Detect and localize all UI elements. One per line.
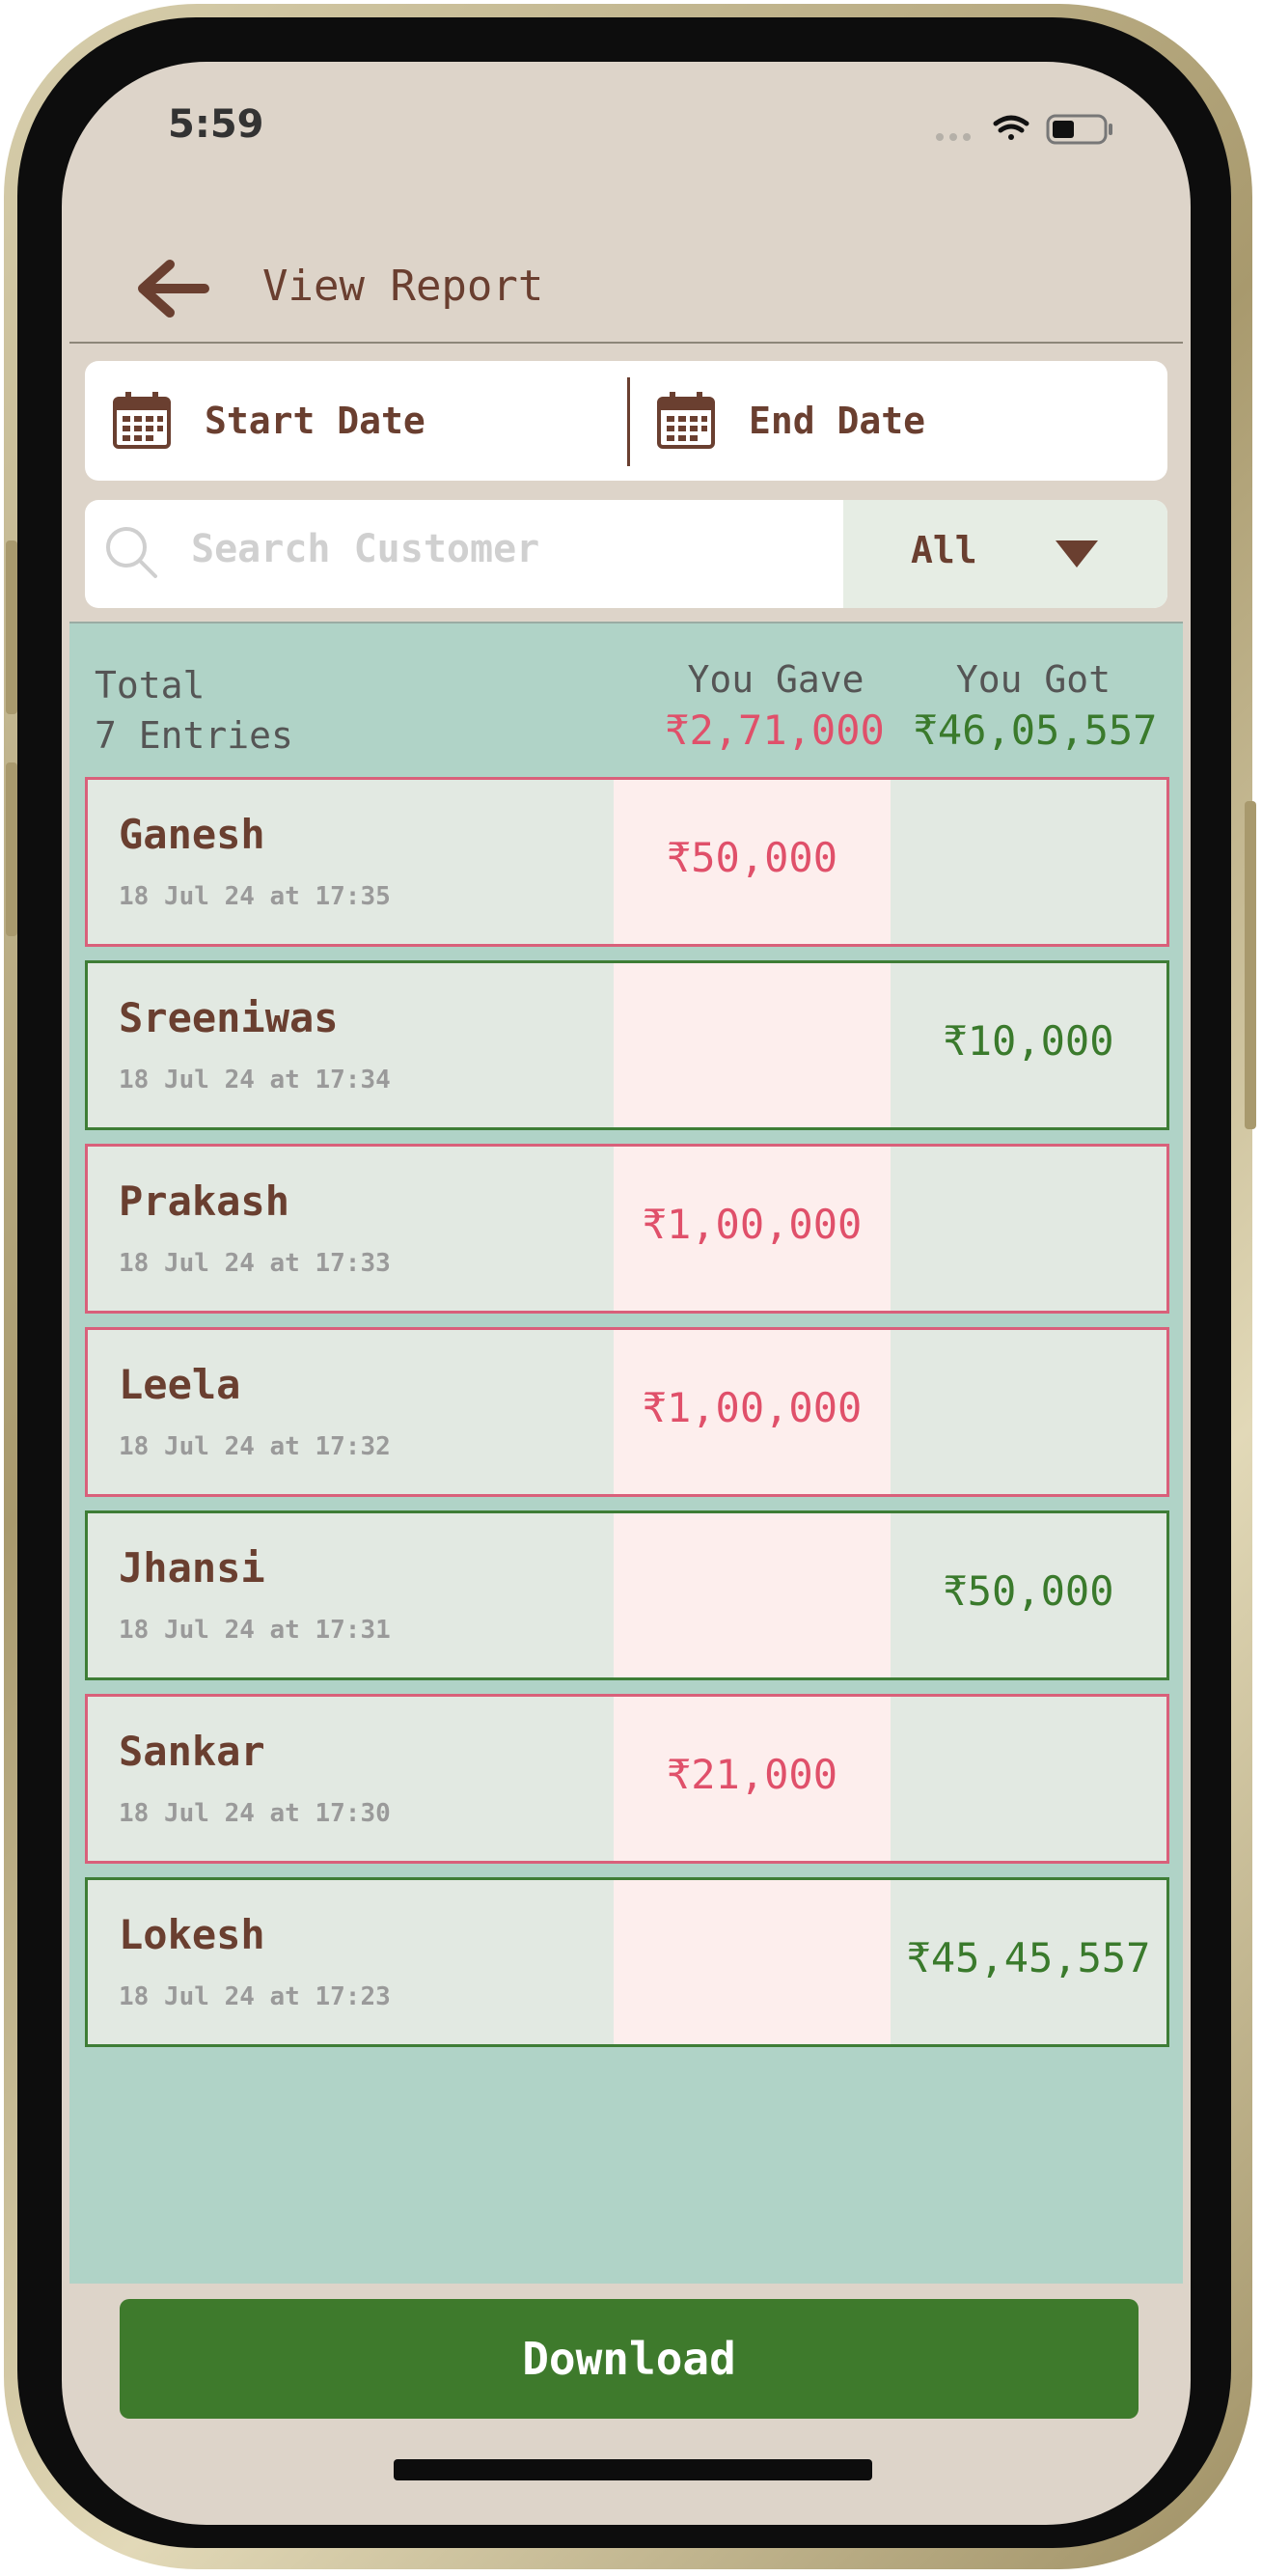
got-amount: ₹50,000 [943, 1567, 1114, 1615]
gave-cell [614, 1513, 891, 1677]
list-item[interactable]: Leela 18 Jul 24 at 17:32 ₹1,00,000 [85, 1327, 1169, 1497]
wifi-icon [993, 115, 1029, 140]
end-date-label: End Date [749, 400, 926, 442]
calendar-icon [657, 392, 715, 449]
power-button [1245, 801, 1256, 1129]
status-icons [936, 114, 1112, 145]
customer-name: Leela [119, 1361, 241, 1408]
list-item[interactable]: Prakash 18 Jul 24 at 17:33 ₹1,00,000 [85, 1144, 1169, 1314]
gave-cell [614, 963, 891, 1127]
customer-name: Sankar [119, 1728, 265, 1775]
entry-time: 18 Jul 24 at 17:34 [119, 1066, 391, 1094]
entry-time: 18 Jul 24 at 17:35 [119, 882, 391, 911]
start-date-label: Start Date [205, 400, 425, 442]
download-button[interactable]: Download [120, 2299, 1139, 2419]
search-icon [106, 527, 157, 578]
gave-amount: ₹50,000 [666, 834, 837, 881]
gave-total: ₹2,71,000 [665, 706, 885, 754]
entry-time: 18 Jul 24 at 17:32 [119, 1432, 391, 1461]
entry-time: 18 Jul 24 at 17:31 [119, 1616, 391, 1645]
filter-value: All [911, 529, 977, 571]
customer-name: Jhansi [119, 1544, 265, 1592]
customer-name: Ganesh [119, 811, 265, 858]
entry-time: 18 Jul 24 at 17:23 [119, 1982, 391, 2011]
gave-cell [614, 1880, 891, 2044]
list-item[interactable]: Sreeniwas 18 Jul 24 at 17:34 ₹10,000 [85, 960, 1169, 1130]
list-item[interactable]: Lokesh 18 Jul 24 at 17:23 ₹45,45,557 [85, 1877, 1169, 2047]
list-item[interactable]: Jhansi 18 Jul 24 at 17:31 ₹50,000 [85, 1510, 1169, 1680]
app-screen: 5:59 View Report Start Date End Date Sea… [62, 62, 1191, 2525]
total-summary: Total 7 Entries [95, 660, 293, 761]
entries-count: 7 Entries [95, 714, 293, 757]
entry-time: 18 Jul 24 at 17:30 [119, 1799, 391, 1828]
list-item[interactable]: Ganesh 18 Jul 24 at 17:35 ₹50,000 [85, 777, 1169, 947]
customer-name: Sreeniwas [119, 994, 339, 1041]
battery-icon [1046, 114, 1112, 145]
list-item[interactable]: Sankar 18 Jul 24 at 17:30 ₹21,000 [85, 1694, 1169, 1864]
calendar-icon [113, 392, 171, 449]
got-header: You Got [955, 658, 1111, 701]
chevron-down-icon [1056, 540, 1098, 568]
filter-dropdown[interactable] [843, 500, 1167, 608]
volume-button [6, 762, 17, 936]
gave-amount: ₹1,00,000 [642, 1384, 863, 1431]
volume-button [6, 540, 17, 714]
customer-name: Lokesh [119, 1911, 265, 1958]
customer-name: Prakash [119, 1177, 290, 1225]
page-title: View Report [262, 262, 544, 311]
total-label: Total [95, 664, 206, 706]
status-time: 5:59 [168, 102, 264, 147]
gave-amount: ₹21,000 [666, 1751, 837, 1798]
date-divider [627, 377, 630, 466]
signal-icon [936, 133, 971, 141]
search-placeholder: Search Customer [191, 527, 540, 571]
end-date-picker[interactable]: End Date [656, 390, 1158, 457]
header-divider [69, 342, 1183, 344]
start-date-picker[interactable]: Start Date [112, 390, 614, 457]
gave-amount: ₹1,00,000 [642, 1201, 863, 1248]
got-amount: ₹10,000 [943, 1017, 1114, 1065]
gave-header: You Gave [687, 658, 864, 701]
entry-time: 18 Jul 24 at 17:33 [119, 1249, 391, 1278]
home-indicator[interactable] [394, 2459, 872, 2480]
got-total: ₹46,05,557 [913, 706, 1158, 754]
back-arrow-icon[interactable] [125, 245, 212, 332]
got-amount: ₹45,45,557 [906, 1934, 1151, 1981]
